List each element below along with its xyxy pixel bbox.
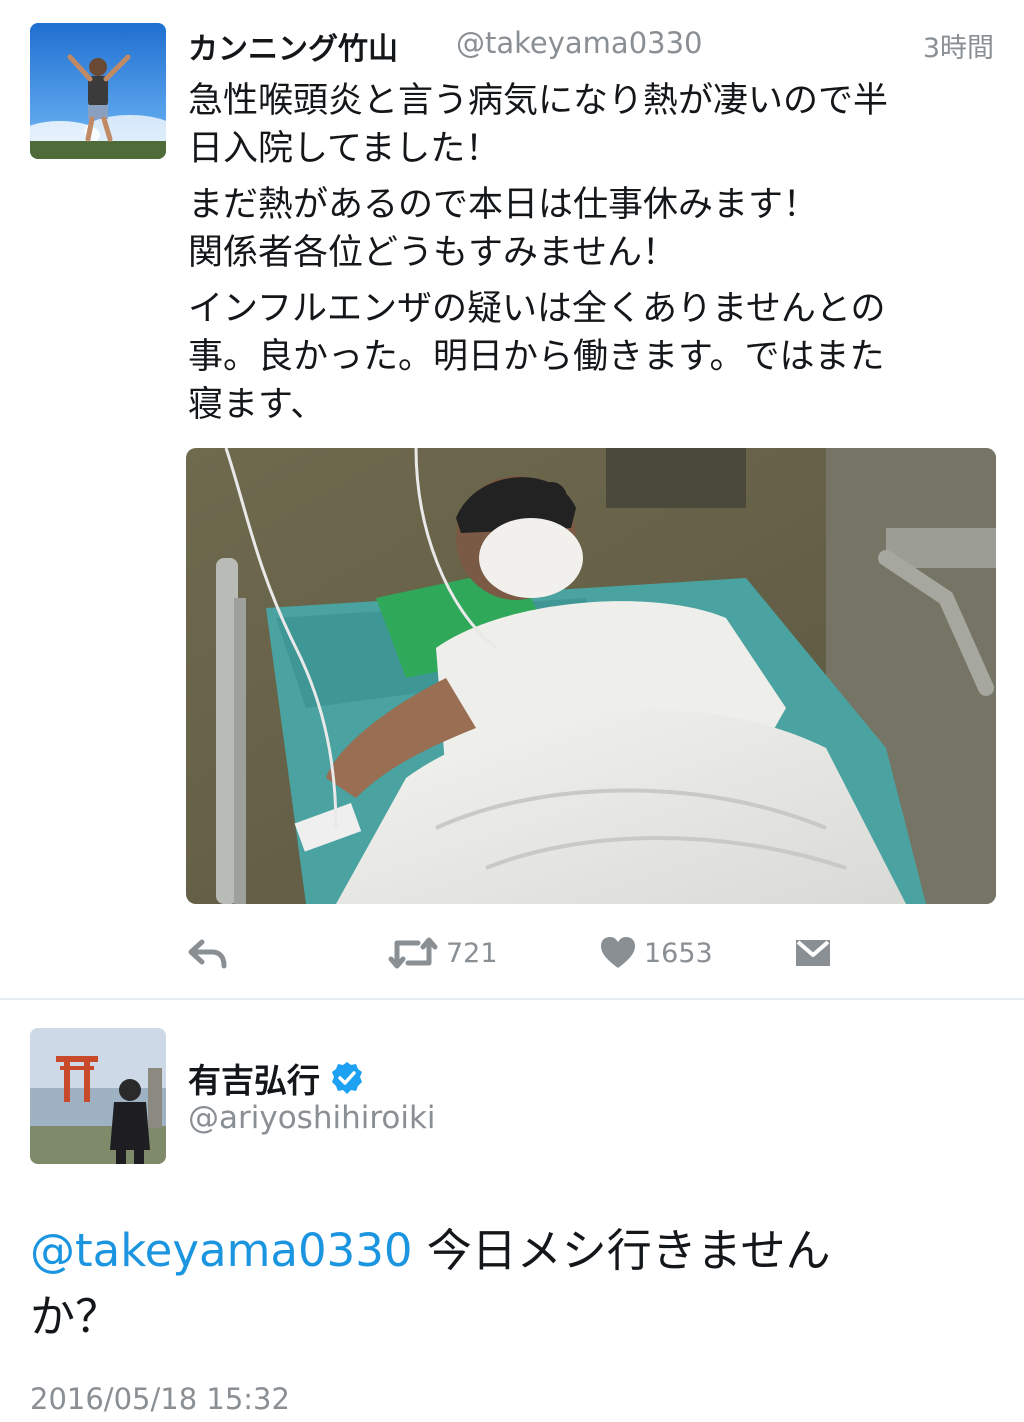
author-name[interactable]: カンニング竹山 bbox=[188, 24, 398, 68]
heart-icon bbox=[601, 937, 635, 968]
avatar-takeyama[interactable] bbox=[30, 23, 166, 159]
avatar-ariyoshi[interactable] bbox=[30, 1028, 166, 1164]
retweet-button[interactable]: 721 bbox=[388, 930, 498, 976]
tweet-photo[interactable] bbox=[186, 448, 996, 904]
direct-message-button[interactable] bbox=[794, 930, 832, 976]
mention-link[interactable]: @takeyama0330 bbox=[30, 1224, 413, 1277]
reply-button[interactable] bbox=[188, 930, 228, 976]
tweet-text-line: インフルエンザの疑いは全くありませんとの 事。良かった。明日から働きます。ではま… bbox=[188, 289, 886, 425]
tweet-divider bbox=[0, 998, 1024, 1000]
like-button[interactable]: 1653 bbox=[600, 930, 713, 976]
tweet-header: カンニング竹山 @takeyama0330 3時間 bbox=[188, 22, 1000, 68]
tweet-timestamp[interactable]: 2016/05/18 15:32 bbox=[30, 1382, 290, 1416]
like-count: 1653 bbox=[644, 937, 713, 969]
tweet-action-bar: 721 1653 bbox=[188, 930, 848, 976]
tweet-text-line: 急性喉頭炎と言う病気になり熱が凄いので半 日入院してました！ bbox=[188, 81, 889, 169]
tweet-text-line: まだ熱があるので本日は仕事休みます！ bbox=[188, 185, 819, 225]
tweet-time[interactable]: 3時間 bbox=[923, 26, 994, 65]
verified-badge-icon bbox=[332, 1062, 362, 1094]
tweet-text-line: 関係者各位どうもすみません！ bbox=[188, 233, 677, 273]
tweet-text: 急性喉頭炎と言う病気になり熱が凄いので半 日入院してました！ まだ熱があるので本… bbox=[188, 77, 988, 437]
envelope-icon bbox=[796, 940, 830, 966]
reply-icon bbox=[188, 939, 227, 969]
retweet-count: 721 bbox=[446, 937, 498, 969]
reply-tweet-text: @takeyama0330 今日メシ行きません か？ bbox=[30, 1218, 990, 1350]
author-name-verified[interactable]: 有吉弘行 bbox=[188, 1054, 364, 1102]
author-handle[interactable]: @ariyoshihiroiki bbox=[188, 1100, 436, 1136]
author-handle[interactable]: @takeyama0330 bbox=[456, 26, 703, 60]
tweet-original: カンニング竹山 @takeyama0330 3時間 急性喉頭炎と言う病気になり熱… bbox=[0, 0, 1024, 998]
author-name[interactable]: 有吉弘行 bbox=[188, 1054, 320, 1102]
retweet-icon bbox=[388, 937, 438, 969]
